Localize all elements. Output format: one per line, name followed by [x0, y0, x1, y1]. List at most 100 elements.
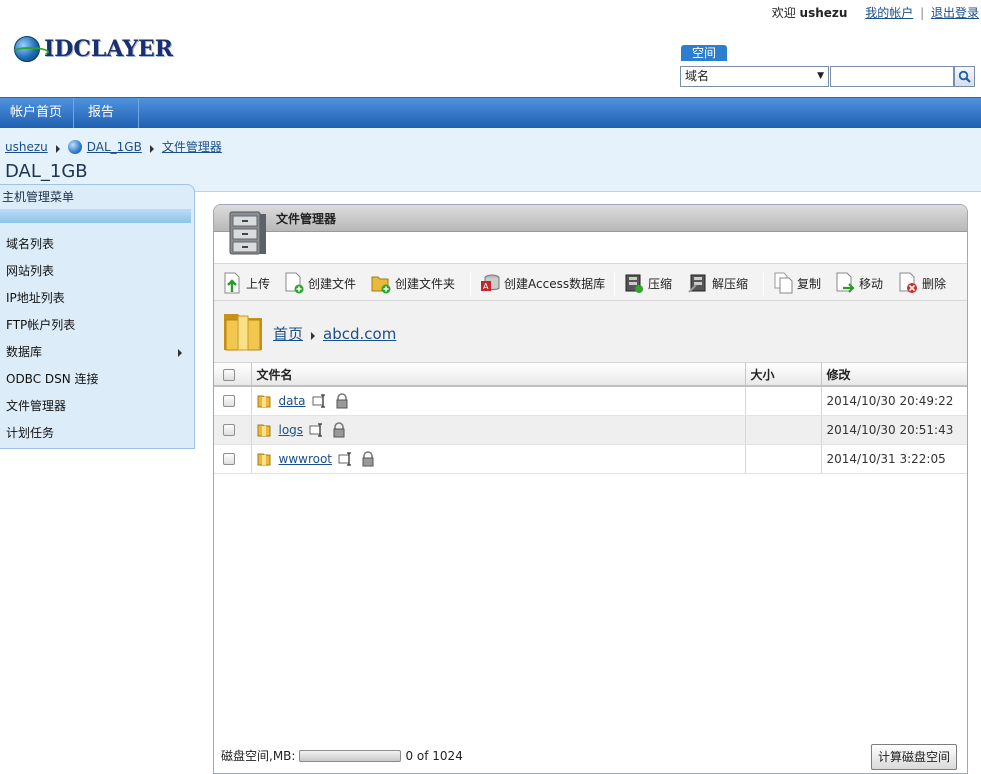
row-checkbox[interactable] [223, 453, 235, 465]
path-home-link[interactable]: 首页 [273, 323, 303, 344]
toolbar: 上传 创建文件 创建文件夹 A 创建Access数据库 压缩 解压缩 复制 移动… [214, 263, 967, 302]
logout-link[interactable]: 退出登录 [931, 6, 979, 20]
lock-icon[interactable] [331, 421, 347, 438]
upload-button[interactable]: 上传 [222, 264, 270, 302]
logo-text: IDCLAYER [44, 36, 174, 62]
sidebar-item-odbc[interactable]: ODBC DSN 连接 [0, 366, 194, 393]
sidebar: 主机管理菜单 域名列表 网站列表 IP地址列表 FTP帐户列表 数据库 ODBC… [0, 184, 195, 449]
file-name-link[interactable]: logs [279, 423, 304, 437]
file-name-link[interactable]: data [279, 394, 306, 408]
breadcrumb-arrow-icon [149, 144, 154, 153]
toolbar-divider [470, 272, 471, 296]
sidebar-item-ftp-accounts[interactable]: FTP帐户列表 [0, 312, 194, 339]
row-checkbox[interactable] [223, 424, 235, 436]
breadcrumb-user[interactable]: ushezu [5, 140, 48, 154]
tool-label: 压缩 [648, 276, 673, 291]
search-input[interactable] [830, 66, 954, 87]
disk-usage-bar [299, 749, 402, 762]
column-size[interactable]: 大小 [745, 363, 822, 387]
decompress-icon [688, 274, 706, 293]
create-access-db-button[interactable]: A 创建Access数据库 [480, 264, 605, 302]
breadcrumb: ushezu DAL_1GB 文件管理器 [5, 138, 222, 155]
search-tab[interactable]: 空间 [681, 45, 727, 61]
search-icon [958, 70, 971, 83]
sidebar-item-ip-addresses[interactable]: IP地址列表 [0, 285, 194, 312]
rename-icon[interactable] [338, 451, 354, 467]
tool-label: 创建Access数据库 [504, 276, 606, 291]
breadcrumb-file-manager[interactable]: 文件管理器 [162, 138, 222, 155]
file-size-cell [745, 386, 822, 416]
file-modified-cell: 2014/10/31 3:22:05 [821, 444, 967, 474]
create-folder-button[interactable]: 创建文件夹 [371, 264, 455, 302]
dropdown-arrow-icon: ▼ [817, 71, 824, 81]
sidebar-divider [0, 209, 191, 223]
tool-label: 上传 [246, 276, 271, 291]
breadcrumb-arrow-icon [55, 144, 60, 153]
nav-account-home[interactable]: 帐户首页 [0, 98, 74, 128]
lock-icon[interactable] [334, 392, 350, 409]
file-modified-cell: 2014/10/30 20:51:43 [821, 415, 967, 445]
folder-icon [257, 395, 270, 408]
disk-space-info: 磁盘空间,MB: 0 of 1024 [221, 747, 463, 764]
welcome-text: 欢迎 [771, 6, 796, 20]
username: ushezu [799, 6, 848, 20]
upload-icon [224, 272, 240, 294]
sidebar-item-scheduled-tasks[interactable]: 计划任务 [0, 420, 194, 447]
sidebar-menu: 域名列表 网站列表 IP地址列表 FTP帐户列表 数据库 ODBC DSN 连接… [0, 231, 194, 447]
search-type-value: 域名 [685, 69, 710, 83]
sidebar-item-databases[interactable]: 数据库 [0, 339, 194, 366]
sidebar-item-websites[interactable]: 网站列表 [0, 258, 194, 285]
file-name-link[interactable]: wwwroot [279, 452, 333, 466]
row-select-cell [214, 444, 252, 474]
new-folder-icon [371, 276, 391, 294]
column-name[interactable]: 文件名 [251, 363, 746, 387]
decompress-button[interactable]: 解压缩 [688, 264, 748, 302]
disk-usage-text: 0 of 1024 [405, 748, 463, 763]
logo[interactable]: IDCLAYER [11, 36, 174, 62]
tool-label: 创建文件 [308, 276, 357, 291]
tool-label: 解压缩 [712, 276, 749, 291]
compress-icon [625, 274, 643, 293]
breadcrumb-plan[interactable]: DAL_1GB [87, 140, 142, 154]
create-file-button[interactable]: 创建文件 [284, 264, 356, 302]
panel-footer: 磁盘空间,MB: 0 of 1024 计算磁盘空间 [214, 737, 967, 773]
move-button[interactable]: 移动 [835, 264, 883, 302]
tool-label: 删除 [922, 276, 947, 291]
path-current-link[interactable]: abcd.com [323, 325, 396, 343]
separator: | [920, 6, 925, 20]
row-select-cell [214, 415, 252, 445]
file-name-cell: data [251, 386, 746, 416]
file-modified-cell: 2014/10/30 20:49:22 [821, 386, 967, 416]
nav-label: 帐户首页 [10, 105, 63, 120]
select-all-checkbox[interactable] [223, 368, 235, 381]
file-cabinet-icon [229, 211, 266, 255]
tool-label: 移动 [859, 276, 884, 291]
row-checkbox[interactable] [223, 395, 235, 408]
copy-icon [774, 272, 793, 294]
my-account-link[interactable]: 我的帐户 [865, 6, 913, 20]
delete-button[interactable]: 删除 [898, 264, 946, 302]
column-modified[interactable]: 修改 [821, 363, 967, 387]
search-type-select[interactable]: 域名 ▼ [680, 66, 829, 87]
table-row: data 2014/10/30 20:49:22 [214, 386, 967, 416]
rename-icon[interactable] [309, 422, 325, 438]
nav-label: 报告 [88, 105, 115, 120]
search-button[interactable] [954, 66, 975, 87]
sidebar-item-domains[interactable]: 域名列表 [0, 231, 194, 258]
sidebar-title: 主机管理菜单 [2, 190, 75, 204]
table-row: wwwroot 2014/10/31 3:22:05 [214, 444, 967, 474]
toolbar-divider [763, 272, 764, 296]
copy-button[interactable]: 复制 [773, 264, 821, 302]
lock-icon[interactable] [360, 450, 376, 467]
compress-button[interactable]: 压缩 [624, 264, 672, 302]
rename-icon[interactable] [312, 393, 328, 409]
path-arrow-icon [311, 331, 316, 340]
delete-icon [899, 272, 917, 293]
tool-label: 复制 [797, 276, 822, 291]
sidebar-item-file-manager[interactable]: 文件管理器 [0, 393, 194, 420]
folder-icon [257, 453, 270, 465]
panel-header: 文件管理器 [214, 205, 967, 232]
file-manager-panel: 文件管理器 上传 创建文件 创建文件夹 A 创建Access数据库 压缩 解压缩 [213, 204, 968, 774]
calculate-disk-space-button[interactable]: 计算磁盘空间 [871, 744, 957, 770]
nav-reports[interactable]: 报告 [74, 98, 139, 145]
